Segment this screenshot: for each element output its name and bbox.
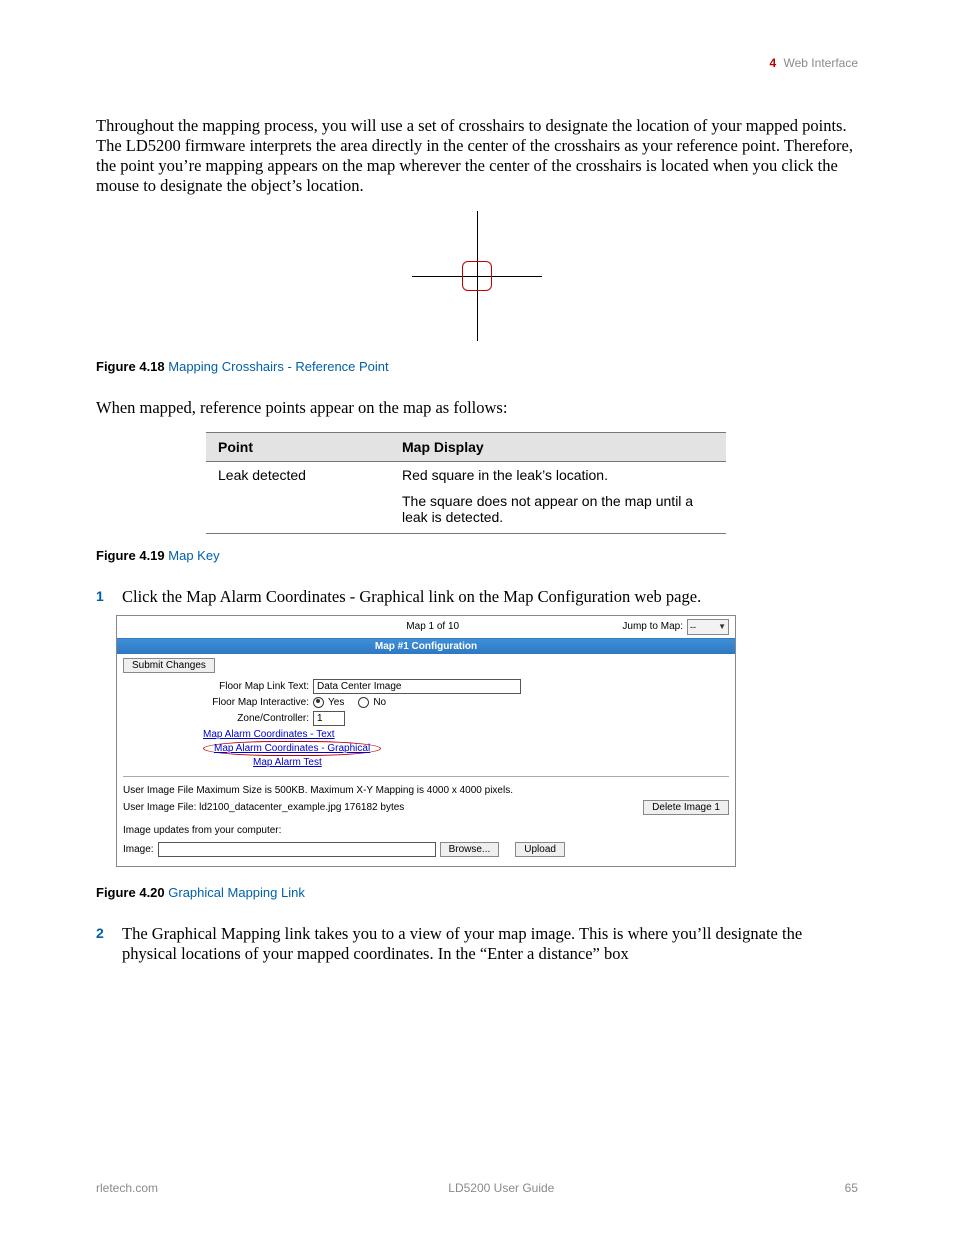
floor-map-link-text-label: Floor Map Link Text:	[123, 681, 309, 692]
figure-title: Graphical Mapping Link	[168, 885, 305, 900]
chapter-number: 4	[769, 56, 776, 70]
figure-4-20-caption: Figure 4.20 Graphical Mapping Link	[96, 885, 858, 900]
paragraph-1: Throughout the mapping process, you will…	[96, 116, 858, 197]
map-alarm-test-link[interactable]: Map Alarm Test	[253, 757, 322, 768]
figure-number: Figure 4.18	[96, 359, 165, 374]
figure-title: Mapping Crosshairs - Reference Point	[168, 359, 388, 374]
map-alarm-coordinates-text-link[interactable]: Map Alarm Coordinates - Text	[203, 729, 335, 740]
page-footer: rletech.com LD5200 User Guide 65	[96, 1181, 858, 1195]
browse-button[interactable]: Browse...	[440, 842, 500, 857]
radio-no-label: No	[373, 697, 386, 708]
cell-point: Leak detected	[206, 461, 390, 488]
image-label: Image:	[123, 844, 154, 855]
col-point: Point	[206, 432, 390, 461]
radio-no[interactable]	[358, 697, 369, 708]
paragraph-2: When mapped, reference points appear on …	[96, 398, 858, 418]
floor-map-link-text-input[interactable]	[313, 679, 521, 694]
floor-map-interactive-label: Floor Map Interactive:	[123, 697, 309, 708]
upload-button[interactable]: Upload	[515, 842, 565, 857]
map-alarm-coordinates-graphical-link[interactable]: Map Alarm Coordinates - Graphical	[214, 743, 370, 754]
footer-center: LD5200 User Guide	[448, 1181, 554, 1195]
chapter-title: Web Interface	[784, 56, 858, 70]
step-number: 2	[96, 924, 112, 964]
page-chapter-header: 4 Web Interface	[96, 56, 858, 70]
footer-left: rletech.com	[96, 1181, 158, 1195]
map-key-table: Point Map Display Leak detected Red squa…	[206, 432, 726, 534]
table-header-row: Point Map Display	[206, 432, 726, 461]
step-text: The Graphical Mapping link takes you to …	[122, 924, 858, 964]
zone-controller-label: Zone/Controller:	[123, 713, 309, 724]
step-2: 2 The Graphical Mapping link takes you t…	[96, 924, 858, 964]
image-size-note: User Image File Maximum Size is 500KB. M…	[123, 785, 729, 796]
user-image-file-text: User Image File: ld2100_datacenter_examp…	[123, 802, 404, 813]
map-configuration-screenshot: Map 1 of 10 Jump to Map: -- ▼ Map #1 Con…	[116, 615, 736, 867]
delete-image-button[interactable]: Delete Image 1	[643, 800, 729, 815]
col-display: Map Display	[390, 432, 726, 461]
step-text: Click the Map Alarm Coordinates - Graphi…	[122, 587, 701, 607]
image-updates-label: Image updates from your computer:	[123, 825, 729, 836]
figure-4-19-caption: Figure 4.19 Map Key	[96, 548, 858, 563]
map-page-indicator: Map 1 of 10	[406, 621, 459, 632]
chevron-down-icon: ▼	[718, 622, 726, 631]
figure-4-18-caption: Figure 4.18 Mapping Crosshairs - Referen…	[96, 359, 858, 374]
submit-changes-button[interactable]: Submit Changes	[123, 658, 215, 673]
figure-4-18-graphic	[96, 211, 858, 341]
table-row: Leak detected Red square in the leak’s l…	[206, 461, 726, 488]
table-row: The square does not appear on the map un…	[206, 488, 726, 534]
figure-number: Figure 4.20	[96, 885, 165, 900]
step-number: 1	[96, 587, 112, 607]
zone-controller-input[interactable]	[313, 711, 345, 726]
highlight-oval: Map Alarm Coordinates - Graphical	[203, 741, 381, 756]
footer-page-number: 65	[845, 1181, 858, 1195]
crosshair-icon	[412, 211, 542, 341]
cell-display: Red square in the leak’s location.	[390, 461, 726, 488]
radio-yes-label: Yes	[328, 697, 344, 708]
configuration-title-bar: Map #1 Configuration	[117, 639, 735, 654]
jump-to-map-select[interactable]: -- ▼	[687, 619, 729, 635]
figure-number: Figure 4.19	[96, 548, 165, 563]
jump-to-map-label: Jump to Map:	[622, 621, 683, 632]
cell-display-2: The square does not appear on the map un…	[390, 488, 726, 534]
radio-yes[interactable]	[313, 697, 324, 708]
step-1: 1 Click the Map Alarm Coordinates - Grap…	[96, 587, 858, 607]
image-path-input[interactable]	[158, 842, 436, 857]
figure-title: Map Key	[168, 548, 219, 563]
